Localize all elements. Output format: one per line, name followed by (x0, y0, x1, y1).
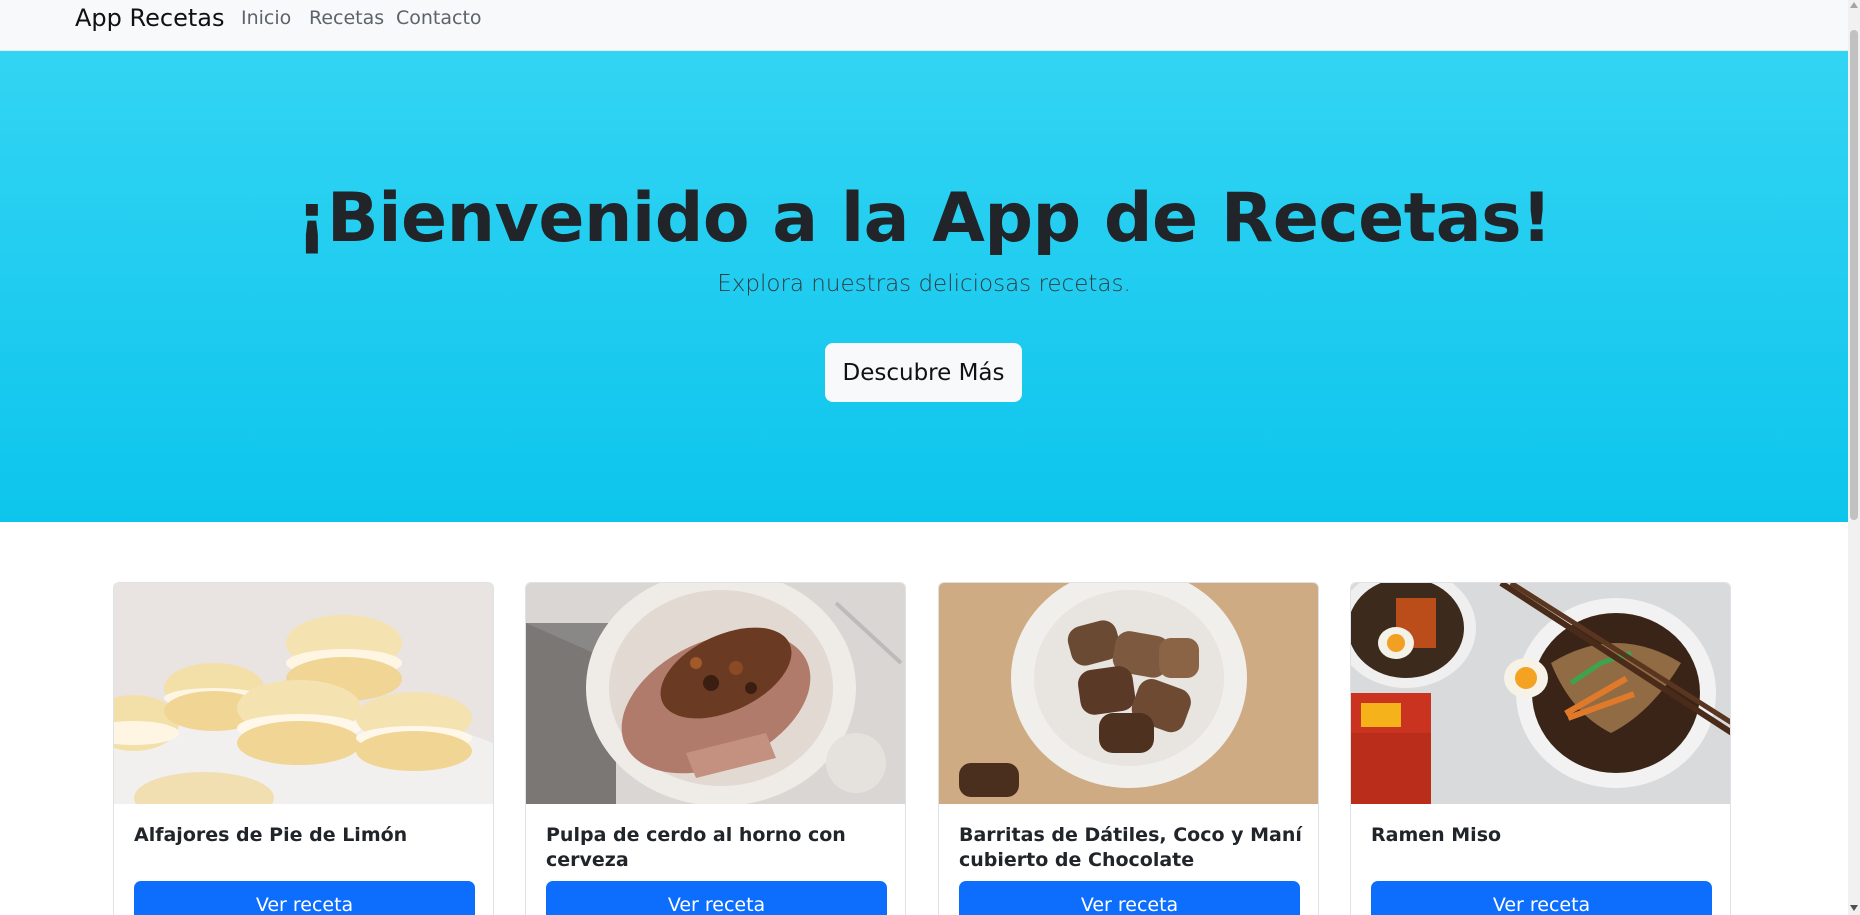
scroll-up-arrow-icon[interactable] (1850, 2, 1858, 8)
nav-link-contacto[interactable]: Contacto (396, 0, 482, 36)
nav-link-inicio[interactable]: Inicio (241, 0, 291, 36)
vertical-scrollbar[interactable] (1848, 0, 1860, 915)
recipe-title: Pulpa de cerdo al horno con cerveza (546, 824, 846, 871)
discover-more-button[interactable]: Descubre Más (825, 343, 1022, 402)
view-recipe-button[interactable]: Ver receta (134, 881, 475, 915)
recipe-image-ramen (1351, 583, 1730, 804)
recipe-card: Alfajores de Pie de Limón Ver receta (113, 582, 494, 915)
nav-link-recetas[interactable]: Recetas (309, 0, 384, 36)
navbar-brand[interactable]: App Recetas (75, 0, 224, 36)
recipe-image-alfajores (114, 583, 493, 804)
hero-banner: ¡Bienvenido a la App de Recetas! Explora… (0, 51, 1848, 522)
recipe-card: Pulpa de cerdo al horno con cerveza Ver … (525, 582, 906, 915)
view-recipe-button[interactable]: Ver receta (1371, 881, 1712, 915)
scroll-down-arrow-icon[interactable] (1850, 905, 1858, 911)
recipe-title: Barritas de Dátiles, Coco y Maní cubiert… (959, 824, 1302, 871)
recipe-card: Ramen Miso Ver receta (1350, 582, 1731, 915)
recipe-cards: Alfajores de Pie de Limón Ver receta Pul… (0, 582, 1848, 915)
hero-title: ¡Bienvenido a la App de Recetas! (296, 179, 1552, 258)
scrollbar-thumb[interactable] (1850, 30, 1858, 520)
navbar: App Recetas Inicio Recetas Contacto (0, 0, 1848, 51)
recipe-title: Alfajores de Pie de Limón (134, 824, 408, 846)
recipe-title: Ramen Miso (1371, 824, 1502, 846)
recipe-card: Barritas de Dátiles, Coco y Maní cubiert… (938, 582, 1319, 915)
recipe-image-pulpa-de-cerdo (526, 583, 905, 804)
view-recipe-button[interactable]: Ver receta (959, 881, 1300, 915)
view-recipe-button[interactable]: Ver receta (546, 881, 887, 915)
hero-subtitle: Explora nuestras deliciosas recetas. (717, 271, 1131, 297)
recipe-image-barritas (939, 583, 1318, 804)
